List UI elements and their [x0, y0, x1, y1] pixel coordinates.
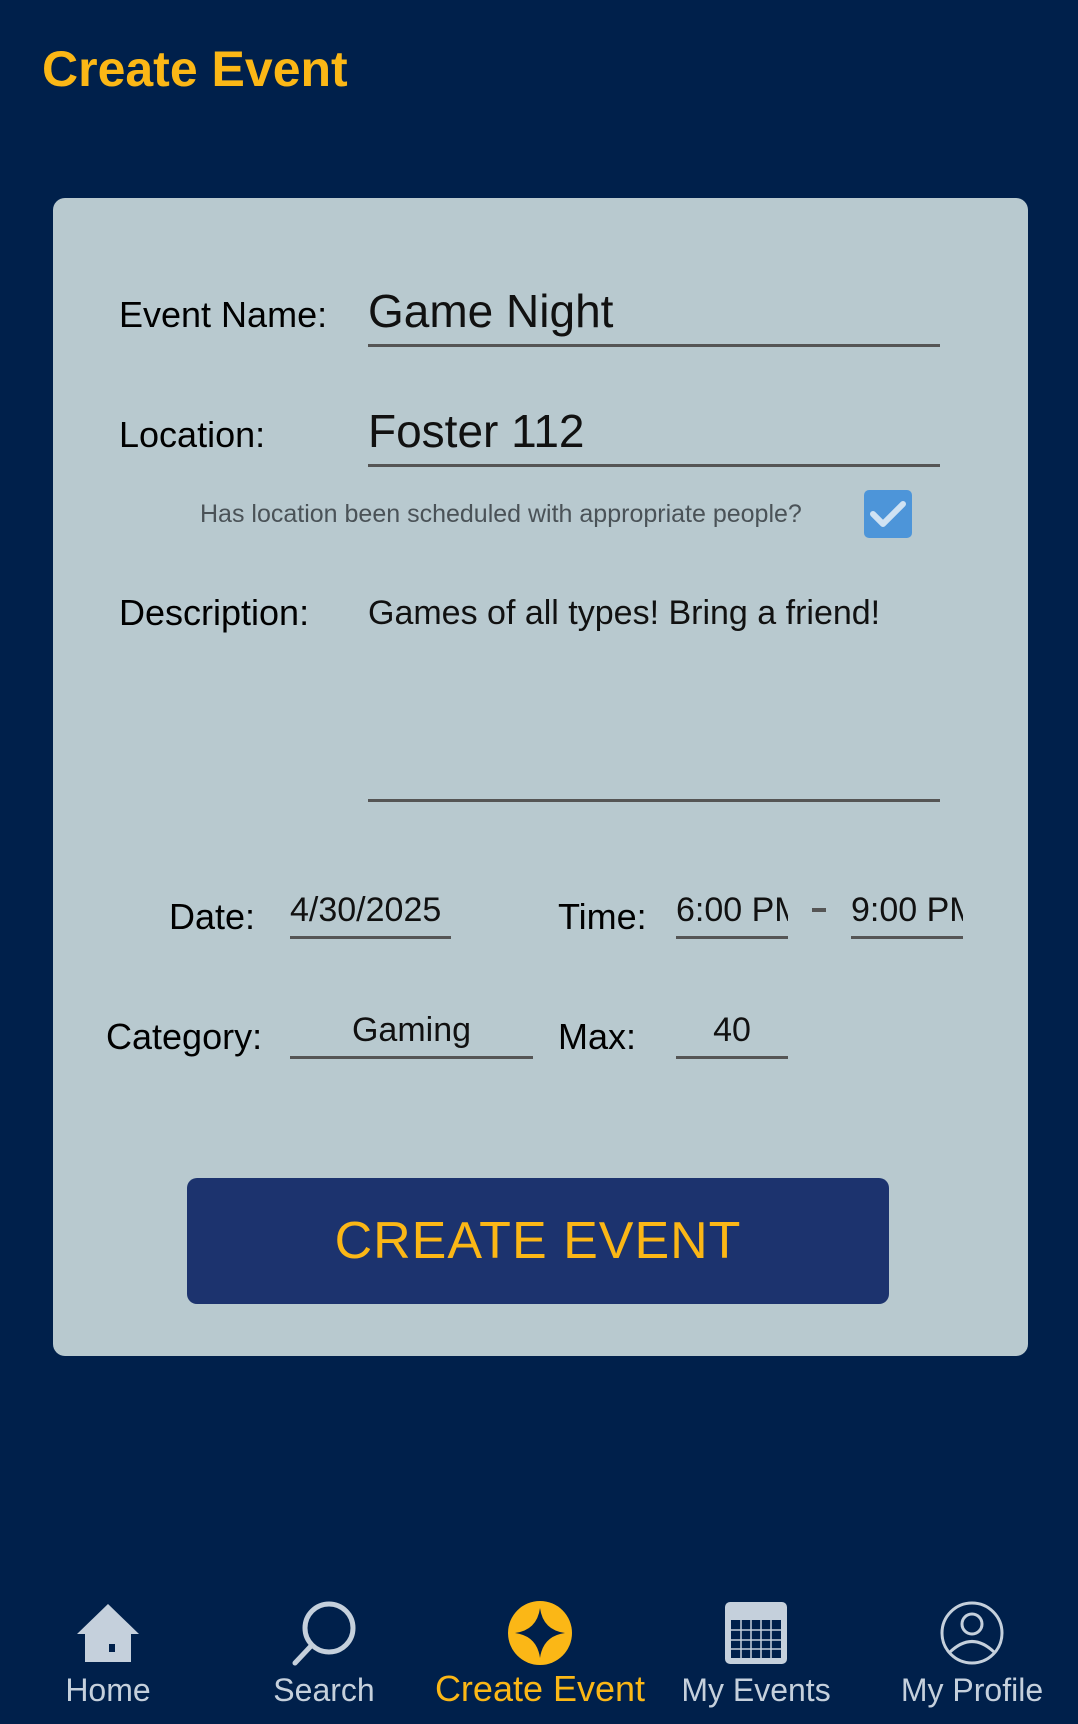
date-input[interactable]: 4/30/2025	[290, 884, 451, 939]
category-label: Category:	[106, 1016, 263, 1057]
location-input[interactable]: Foster 112	[368, 398, 940, 467]
create-event-button[interactable]: CREATE EVENT	[187, 1178, 889, 1304]
location-scheduled-question: Has location been scheduled with appropr…	[200, 500, 802, 528]
checkmark-icon	[870, 501, 906, 527]
nav-item-my-events[interactable]: My Events	[648, 1590, 864, 1724]
time-label: Time:	[558, 896, 647, 937]
nav-label-create-event: Create Event	[434, 1668, 646, 1709]
page-title: Create Event	[42, 41, 348, 97]
search-icon	[292, 1601, 356, 1666]
event-name-input[interactable]: Game Night	[368, 278, 940, 347]
nav-label-search: Search	[273, 1672, 375, 1708]
calendar-icon	[725, 1602, 787, 1664]
nav-item-search[interactable]: Search	[216, 1590, 432, 1724]
end-time-input[interactable]: 9:00 PM	[851, 884, 963, 939]
start-time-input[interactable]: 6:00 PM	[676, 884, 788, 939]
plus-icon	[508, 1601, 572, 1665]
nav-item-my-profile[interactable]: My Profile	[864, 1590, 1078, 1724]
category-select[interactable]: Gaming	[290, 1004, 533, 1059]
max-label: Max:	[558, 1016, 637, 1057]
date-label: Date:	[169, 896, 256, 937]
location-scheduled-checkbox[interactable]	[864, 490, 912, 538]
max-attendees-input[interactable]: 40	[676, 1004, 788, 1059]
nav-label-my-profile: My Profile	[900, 1672, 1044, 1708]
home-icon	[77, 1604, 139, 1662]
description-label: Description:	[119, 592, 310, 633]
create-event-form: Event Name: Game Night Location: Foster …	[53, 198, 1028, 1356]
nav-label-my-events: My Events	[681, 1672, 831, 1708]
nav-item-create-event[interactable]: Create Event	[432, 1590, 648, 1724]
nav-item-home[interactable]: Home	[0, 1590, 216, 1724]
nav-label-home: Home	[65, 1672, 151, 1708]
description-input[interactable]: Games of all types! Bring a friend!	[368, 588, 940, 802]
time-range-dash	[812, 908, 826, 912]
profile-icon	[940, 1601, 1004, 1665]
bottom-nav: Home Search Create Event My Events My Pr…	[0, 1590, 1078, 1724]
event-name-label: Event Name:	[119, 294, 328, 335]
location-label: Location:	[119, 414, 266, 455]
